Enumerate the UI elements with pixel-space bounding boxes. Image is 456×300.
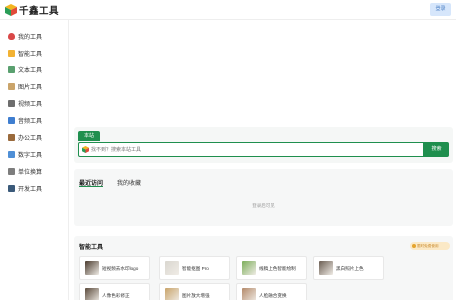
- top-header: 千鑫工具 登录: [0, 0, 456, 20]
- tool-card[interactable]: 短视频去水印logo: [79, 256, 150, 280]
- tool-card-label: 图片放大增强: [182, 293, 210, 298]
- section-title: 智能工具: [79, 245, 104, 251]
- portrait-icon: [85, 288, 99, 300]
- sidebar-item[interactable]: 数字工具: [8, 148, 42, 160]
- photo-colorize-icon: [319, 261, 333, 275]
- sidebar-item-label: 办公工具: [18, 135, 43, 142]
- tool-card[interactable]: 人像色彩修正: [79, 283, 150, 300]
- image-enlarge-icon: [165, 288, 179, 300]
- video-watermark-icon: [85, 261, 99, 275]
- sidebar-item-label: 我的工具: [18, 34, 43, 41]
- search-button[interactable]: 搜索: [424, 142, 449, 157]
- active-tab-indicator: [79, 186, 103, 187]
- sidebar-item[interactable]: 开发工具: [8, 182, 42, 194]
- free-badge: 限时免费使用: [410, 242, 450, 250]
- tool-card-label: 黑白照片上色: [336, 266, 364, 271]
- brand-name: 千鑫工具: [19, 6, 60, 17]
- number-keycap-icon: [8, 150, 15, 158]
- tool-card[interactable]: 图片放大增强: [159, 283, 230, 300]
- line-art-icon: [242, 261, 256, 275]
- monitor-icon: [8, 184, 15, 192]
- film-icon: [8, 99, 15, 107]
- heart-icon: [8, 32, 15, 40]
- tool-card[interactable]: 线稿上色智能绘制: [236, 256, 307, 280]
- tool-card[interactable]: 黑白照片上色: [313, 256, 384, 280]
- sidebar-item-label: 智能工具: [18, 51, 43, 58]
- tool-card-label: 人脸融合变换: [259, 293, 287, 298]
- face-swap-icon: [242, 288, 256, 300]
- tool-card[interactable]: 智能抠图 Pro: [159, 256, 230, 280]
- sidebar-item[interactable]: 单位换算: [8, 165, 42, 177]
- sidebar-item-label: 图片工具: [18, 84, 43, 91]
- sidebar-item-label: 音频工具: [18, 118, 43, 125]
- tool-card-label: 线稿上色智能绘制: [259, 266, 296, 271]
- cutout-icon: [165, 261, 179, 275]
- sidebar-item-label: 数字工具: [18, 152, 43, 159]
- sidebar-item[interactable]: 智能工具: [8, 47, 42, 59]
- briefcase-icon: [8, 133, 15, 141]
- tab-favorites[interactable]: 我的收藏: [117, 178, 141, 187]
- sparkle-icon: [8, 49, 15, 57]
- calculator-icon: [8, 167, 15, 175]
- tool-card-label: 智能抠图 Pro: [182, 266, 209, 271]
- search-input[interactable]: [91, 144, 411, 155]
- sidebar-item-label: 文本工具: [18, 67, 43, 74]
- sidebar-item[interactable]: 文本工具: [8, 63, 42, 75]
- sidebar: [0, 20, 69, 300]
- document-icon: [8, 65, 15, 73]
- tool-card[interactable]: 人脸融合变换: [236, 283, 307, 300]
- logo-cube-icon: [5, 4, 17, 16]
- sidebar-item[interactable]: 视频工具: [8, 97, 42, 109]
- sidebar-item-label: 开发工具: [18, 186, 43, 193]
- badge-dot-icon: [412, 244, 416, 248]
- music-note-icon: [8, 116, 15, 124]
- sidebar-item[interactable]: 办公工具: [8, 131, 42, 143]
- logo-cube-icon: [82, 146, 89, 153]
- picture-icon: [8, 82, 15, 90]
- sidebar-item-label: 视频工具: [18, 101, 43, 108]
- empty-state-text: 登录后可见: [252, 203, 275, 208]
- tool-card-label: 人像色彩修正: [102, 293, 130, 298]
- sidebar-item[interactable]: 音频工具: [8, 114, 42, 126]
- search-box[interactable]: [78, 142, 424, 157]
- tool-card-label: 短视频去水印logo: [102, 266, 139, 271]
- sidebar-item[interactable]: 图片工具: [8, 80, 42, 92]
- sidebar-item-label: 单位换算: [18, 169, 43, 176]
- sidebar-item[interactable]: 我的工具: [8, 30, 42, 42]
- login-button[interactable]: 登录: [430, 3, 451, 16]
- badge-label: 限时免费使用: [417, 244, 439, 248]
- tab-site[interactable]: 本站: [78, 131, 100, 141]
